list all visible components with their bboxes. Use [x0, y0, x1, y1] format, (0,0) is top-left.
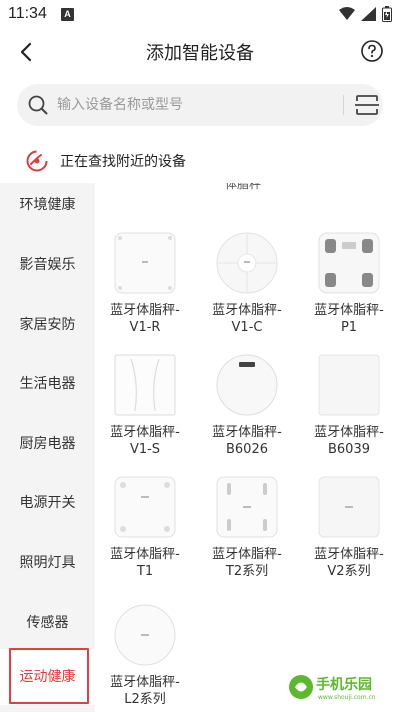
scale-round-display-icon: [216, 354, 278, 416]
device-model: B6026: [225, 442, 268, 457]
device-model: P1: [340, 320, 358, 335]
device-name: 蓝牙体脂秤-: [212, 547, 282, 562]
page-title: 添加智能设备: [146, 43, 254, 64]
sidebar-item-appliances[interactable]: 生活电器: [0, 362, 95, 406]
notification-icon: A: [61, 8, 74, 21]
device-model: T1: [136, 564, 154, 579]
scale-silhouette-icon: [114, 354, 176, 416]
device-item[interactable]: 蓝牙体脂秤- V1-R: [95, 231, 195, 336]
scan-status: 正在查找附近的设备: [26, 148, 186, 174]
watermark-logo: 手机乐园 www.shouji.com.cn: [289, 675, 376, 701]
device-item[interactable]: 蓝牙体脂秤- V1-C: [197, 231, 297, 336]
sidebar-item-power[interactable]: 电源开关: [0, 481, 95, 525]
status-icons: [339, 6, 392, 22]
status-time: 11:34: [8, 5, 47, 22]
scale-round-icon: [114, 604, 176, 666]
device-name: 蓝牙体脂秤-: [314, 425, 384, 440]
sidebar-item-security[interactable]: 家居安防: [0, 303, 95, 347]
header: 添加智能设备: [0, 30, 400, 74]
device-name: 蓝牙体脂秤-: [212, 303, 282, 318]
sidebar-item-lighting[interactable]: 照明灯具: [0, 541, 95, 585]
scale-round-petal-icon: [216, 232, 278, 294]
device-item[interactable]: 蓝牙体脂秤- V1-S: [95, 353, 195, 458]
help-icon[interactable]: [360, 39, 384, 63]
scan-status-text: 正在查找附近的设备: [60, 154, 186, 170]
device-name: 蓝牙体脂秤-: [110, 425, 180, 440]
status-bar: 11:34 A: [0, 0, 400, 30]
device-name: 蓝牙体脂秤-: [314, 547, 384, 562]
watermark-text: 手机乐园: [316, 676, 372, 693]
device-item[interactable]: 蓝牙体脂秤- T1: [95, 475, 195, 580]
sidebar-item-sports-health[interactable]: 运动健康: [0, 649, 95, 705]
scale-glass-icon: [318, 476, 380, 538]
device-model: V1-S: [129, 442, 161, 457]
radar-icon: [26, 150, 48, 172]
device-grid: 体脂秤 蓝牙体脂秤- V1-R 蓝牙体脂秤- V1-C 蓝牙体脂秤- P1 蓝牙…: [95, 183, 400, 712]
device-name: 蓝牙体脂秤-: [110, 675, 180, 690]
search-input[interactable]: [57, 84, 327, 126]
search-divider: [343, 95, 344, 115]
sidebar-item-kitchen[interactable]: 厨房电器: [0, 422, 95, 466]
scale-electrodes-icon: [216, 476, 278, 538]
watermark-url: www.shouji.com.cn: [318, 694, 376, 701]
device-name: 蓝牙体脂秤-: [110, 547, 180, 562]
device-model: V1-R: [129, 320, 161, 335]
search-bar[interactable]: [17, 84, 383, 126]
device-model: T2系列: [225, 564, 269, 579]
device-name: 蓝牙体脂秤-: [212, 425, 282, 440]
device-item[interactable]: 蓝牙体脂秤- P1: [299, 231, 399, 336]
scale-dots-icon: [114, 476, 176, 538]
device-name: 蓝牙体脂秤-: [314, 303, 384, 318]
device-item[interactable]: 蓝牙体脂秤- B6039: [299, 353, 399, 458]
sidebar-item-environment[interactable]: 环境健康: [0, 183, 95, 227]
device-model: L2系列: [124, 692, 166, 707]
scale-pads-icon: [318, 232, 380, 294]
scan-icon[interactable]: [355, 94, 379, 116]
device-model: B6039: [327, 442, 370, 457]
device-name: 蓝牙体脂秤-: [110, 303, 180, 318]
sidebar-item-sensors[interactable]: 传感器: [0, 601, 95, 645]
wifi-icon: [339, 7, 355, 20]
category-sidebar: 环境健康 影音娱乐 家居安防 生活电器 厨房电器 电源开关 照明灯具 传感器 运…: [0, 183, 95, 712]
sidebar-item-media[interactable]: 影音娱乐: [0, 243, 95, 287]
section-label: 体脂秤: [225, 183, 262, 191]
device-item[interactable]: 蓝牙体脂秤- T2系列: [197, 475, 297, 580]
device-item[interactable]: 蓝牙体脂秤- L2系列: [95, 603, 195, 708]
battery-icon: [382, 6, 392, 22]
device-model: V2系列: [327, 564, 371, 579]
device-model: V1-C: [231, 320, 263, 335]
device-item[interactable]: 蓝牙体脂秤- V2系列: [299, 475, 399, 580]
search-icon: [28, 95, 48, 115]
scale-square-icon: [114, 232, 176, 294]
scale-plain-icon: [318, 354, 380, 416]
device-item[interactable]: 蓝牙体脂秤- B6026: [197, 353, 297, 458]
signal-icon: [361, 7, 376, 21]
